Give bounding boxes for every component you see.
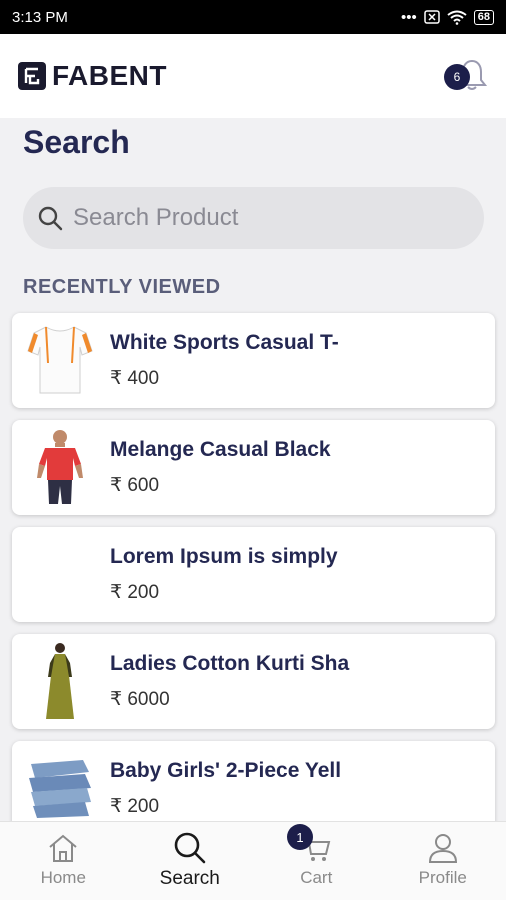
product-image	[24, 642, 96, 720]
search-icon	[38, 206, 63, 231]
product-image	[24, 428, 96, 506]
logo-text: FABENT	[52, 60, 167, 91]
olive-kurti-icon	[46, 643, 74, 719]
product-image	[24, 535, 96, 613]
nav-cart-label: Cart	[300, 868, 333, 887]
more-dots-icon: •••	[400, 8, 417, 26]
search-icon	[174, 832, 206, 864]
cart-badge: 1	[287, 824, 313, 850]
bottom-navigation: Home Search 1 Cart Profile	[0, 821, 506, 900]
search-bar[interactable]	[23, 187, 484, 249]
app-header: FABENT 6	[0, 34, 506, 118]
product-image	[24, 749, 96, 827]
nav-profile[interactable]: Profile	[380, 822, 506, 900]
home-icon	[49, 834, 77, 862]
search-input[interactable]	[73, 204, 453, 232]
product-image	[24, 321, 96, 399]
nav-search[interactable]: Search	[127, 822, 254, 900]
battery-icon: 68	[473, 9, 494, 25]
product-price: ₹ 200	[110, 796, 160, 817]
denim-stack-icon	[29, 760, 91, 818]
product-card[interactable]: White Sports Casual T- ₹ 400	[12, 313, 495, 408]
product-card[interactable]: Ladies Cotton Kurti Sha ₹ 6000	[12, 634, 495, 729]
product-name: Ladies Cotton Kurti Sha	[110, 652, 350, 675]
status-bar: 3:13 PM ••• 68	[0, 0, 506, 34]
product-name: Melange Casual Black	[110, 438, 331, 461]
nav-home[interactable]: Home	[0, 822, 127, 900]
notification-badge: 6	[444, 64, 470, 90]
sim-off-icon	[424, 10, 440, 24]
product-card[interactable]: Melange Casual Black ₹ 600	[12, 420, 495, 515]
nav-profile-label: Profile	[418, 868, 467, 887]
product-name: Lorem Ipsum is simply	[110, 545, 338, 568]
wifi-icon	[447, 10, 467, 25]
product-price: ₹ 400	[110, 368, 160, 389]
red-tshirt-man-icon	[37, 430, 83, 504]
notifications-button[interactable]: 6	[444, 54, 488, 98]
product-card[interactable]: Lorem Ipsum is simply ₹ 200	[12, 527, 495, 622]
nav-home-label: Home	[40, 868, 86, 887]
profile-icon	[428, 834, 457, 863]
white-tshirt-icon	[27, 326, 93, 394]
nav-cart[interactable]: 1 Cart	[253, 822, 380, 900]
product-name: Baby Girls' 2-Piece Yell	[110, 759, 342, 782]
recently-viewed-list: White Sports Casual T- ₹ 400 Melange Cas…	[12, 313, 495, 848]
brand-logo[interactable]: FABENT	[18, 60, 167, 92]
logo-mark-icon	[18, 62, 46, 90]
status-icons: ••• 68	[401, 9, 494, 26]
product-price: ₹ 6000	[110, 689, 170, 710]
product-price: ₹ 200	[110, 582, 160, 603]
page-title: Search	[23, 124, 130, 160]
product-price: ₹ 600	[110, 475, 160, 496]
recently-viewed-title: RECENTLY VIEWED	[23, 276, 221, 298]
status-time: 3:13 PM	[12, 8, 68, 26]
nav-search-label: Search	[159, 868, 220, 889]
product-name: White Sports Casual T-	[110, 331, 339, 354]
